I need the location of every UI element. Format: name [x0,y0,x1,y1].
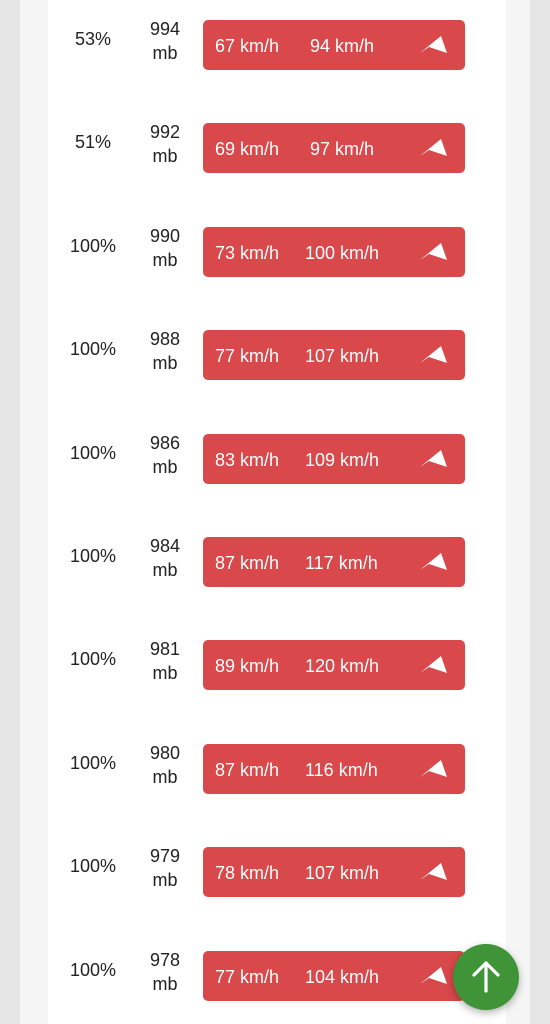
arrow-up-icon [472,961,500,993]
pressure-unit: mb [152,353,178,374]
wind-speed: 77 km/h [215,346,280,367]
wind-direction-arrow-icon [419,861,449,883]
pressure-unit: mb [152,43,178,63]
pressure-number: 979 [149,846,181,867]
forecast-row: 100% 979 mb 78 km/h 107 km/h [0,838,550,898]
pressure-number: 988 [149,329,181,350]
pressure-number: 984 [149,536,181,556]
pressure-number: 981 [149,639,181,660]
pressure-unit: mb [152,766,178,787]
forecast-row: 100% 990 mb 73 km/h 100 km/h [0,218,550,278]
wind-direction-arrow-icon [419,137,449,159]
wind-direction-arrow-icon [419,448,449,470]
humidity-value: 100% [69,752,117,773]
pressure-value: 978 mb [135,948,195,996]
pressure-unit: mb [152,973,178,994]
wind-gust: 97 km/h [310,139,375,160]
wind-speed: 78 km/h [215,863,280,884]
pressure-unit: mb [152,249,178,270]
wind-speed: 89 km/h [215,656,280,677]
humidity-value: 100% [69,442,117,463]
wind-direction-arrow-icon [419,654,449,676]
pressure-unit: mb [152,663,178,684]
wind-info-button[interactable]: 73 km/h 100 km/h [203,226,465,277]
pressure-value: 980 mb [135,741,195,789]
pressure-number: 992 [149,122,181,143]
wind-speed: 69 km/h [215,139,280,160]
pressure-value: 979 mb [135,844,195,892]
pressure-unit: mb [152,560,178,580]
wind-gust: 94 km/h [310,36,375,56]
pressure-number: 994 [149,19,181,39]
wind-direction-arrow-icon [419,344,449,366]
forecast-row: 100% 981 mb 89 km/h 120 km/h [0,631,550,691]
wind-info-button[interactable]: 67 km/h 94 km/h [203,20,465,70]
wind-info-button[interactable]: 69 km/h 97 km/h [203,123,465,174]
forecast-row: 53% 994 mb 67 km/h 94 km/h [0,11,550,71]
forecast-row: 100% 984 mb 87 km/h 117 km/h [0,528,550,588]
humidity-value: 100% [69,649,117,670]
pressure-number: 990 [149,225,181,246]
wind-info-button[interactable]: 89 km/h 120 km/h [203,640,465,691]
wind-info-button[interactable]: 87 km/h 117 km/h [203,537,465,587]
wind-info-button[interactable]: 78 km/h 107 km/h [203,847,465,898]
wind-speed: 87 km/h [215,759,280,780]
wind-gust: 109 km/h [305,449,380,470]
pressure-unit: mb [152,870,178,891]
pressure-value: 990 mb [135,224,195,272]
forecast-row: 51% 992 mb 69 km/h 97 km/h [0,114,550,174]
wind-info-button[interactable]: 77 km/h 107 km/h [203,330,465,381]
humidity-value: 100% [69,959,117,980]
pressure-number: 980 [149,742,181,763]
wind-gust: 120 km/h [305,656,380,677]
wind-direction-arrow-icon [419,551,449,573]
wind-speed: 77 km/h [215,966,280,987]
wind-info-button[interactable]: 77 km/h 104 km/h [203,950,465,1001]
humidity-value: 51% [74,132,112,153]
wind-direction-arrow-icon [419,241,449,263]
humidity-value: 100% [69,339,117,360]
wind-speed: 67 km/h [215,36,280,56]
wind-direction-arrow-icon [419,34,449,56]
wind-speed: 87 km/h [215,553,280,573]
wind-gust: 117 km/h [305,553,378,573]
pressure-value: 986 mb [135,431,195,479]
humidity-value: 53% [74,29,112,49]
forecast-row: 100% 986 mb 83 km/h 109 km/h [0,425,550,485]
pressure-value: 994 mb [135,17,195,65]
scroll-to-top-button[interactable] [453,944,519,1010]
forecast-row: 100% 980 mb 87 km/h 116 km/h [0,735,550,795]
pressure-unit: mb [152,146,178,167]
humidity-value: 100% [69,546,117,566]
humidity-value: 100% [69,856,117,877]
pressure-value: 992 mb [135,120,195,168]
wind-gust: 107 km/h [305,863,380,884]
wind-speed: 83 km/h [215,449,280,470]
pressure-number: 978 [149,949,181,970]
wind-direction-arrow-icon [419,758,449,780]
pressure-unit: mb [152,456,178,477]
wind-info-button[interactable]: 87 km/h 116 km/h [203,743,465,794]
wind-gust: 100 km/h [305,242,380,263]
wind-speed: 73 km/h [215,242,280,263]
pressure-value: 984 mb [135,534,195,582]
pressure-number: 986 [149,432,181,453]
wind-gust: 104 km/h [305,966,380,987]
wind-gust: 116 km/h [305,759,378,780]
wind-gust: 107 km/h [305,346,380,367]
wind-direction-arrow-icon [419,965,449,987]
pressure-value: 981 mb [135,637,195,685]
wind-info-button[interactable]: 83 km/h 109 km/h [203,433,465,484]
pressure-value: 988 mb [135,327,195,375]
forecast-row: 100% 988 mb 77 km/h 107 km/h [0,321,550,381]
humidity-value: 100% [69,235,117,256]
